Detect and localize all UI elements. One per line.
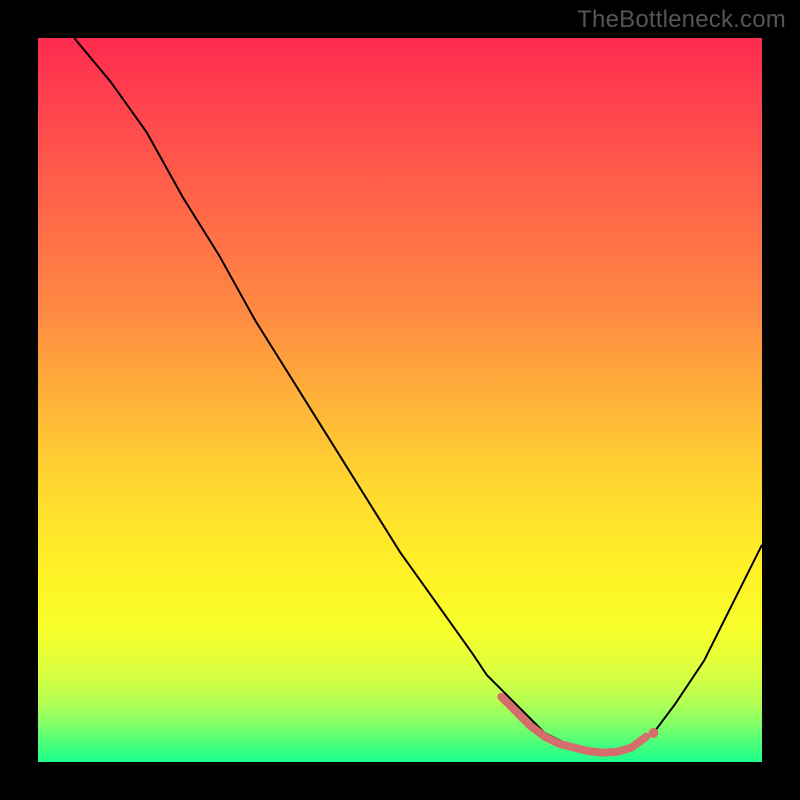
chart-container: TheBottleneck.com	[0, 0, 800, 800]
chart-svg	[38, 38, 762, 762]
watermark-label: TheBottleneck.com	[577, 6, 786, 34]
highlight-end-dot	[648, 728, 658, 738]
gradient-background	[38, 38, 762, 762]
plot-area	[38, 38, 762, 762]
